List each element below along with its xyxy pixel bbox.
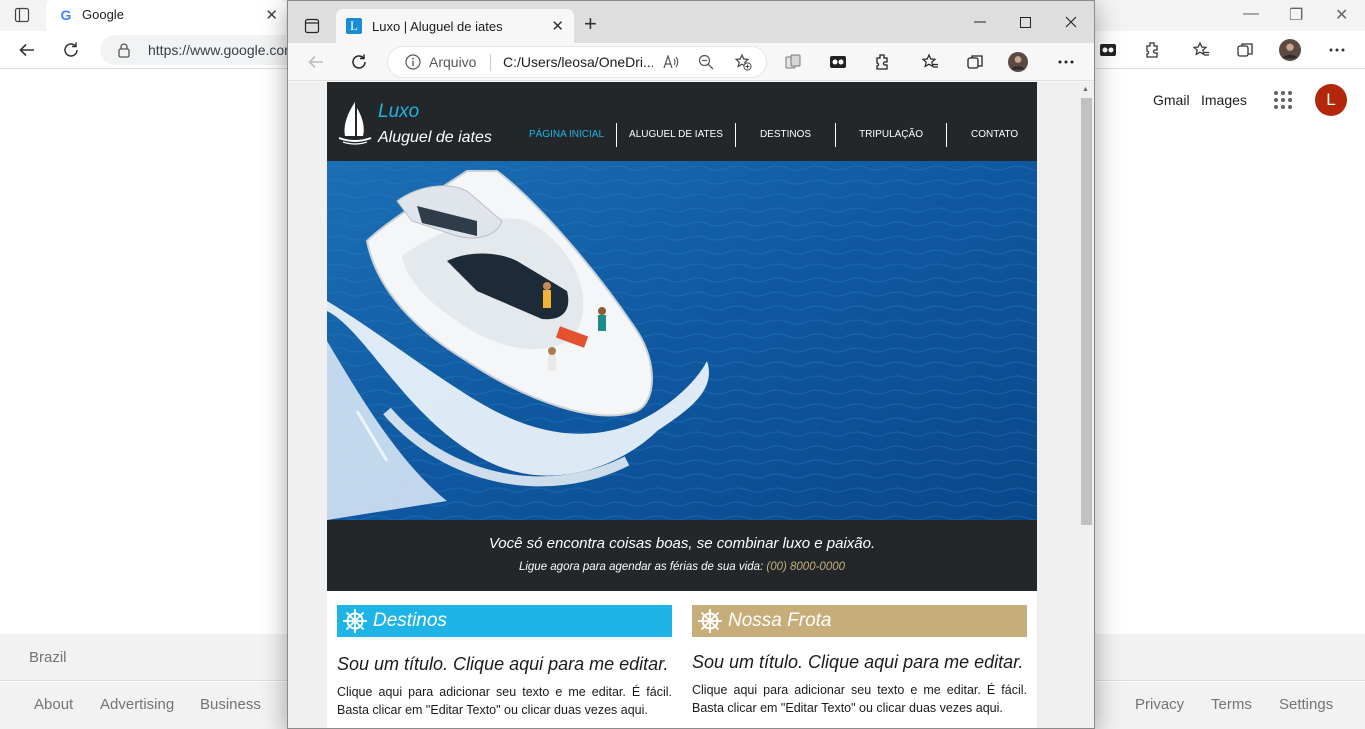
call-text: Ligue agora para agendar as férias de su… <box>518 561 767 573</box>
edge-tab-title: Luxo | Aluguel de iates <box>372 19 503 34</box>
footer-link-privacy[interactable]: Privacy <box>1135 696 1184 713</box>
read-aloud-icon[interactable] <box>662 53 680 71</box>
sailboat-logo-icon[interactable] <box>337 100 373 146</box>
media-icon[interactable] <box>1097 39 1119 61</box>
destinations-text[interactable]: Clique aqui para adicionar seu texto e m… <box>337 683 672 719</box>
fleet-header[interactable]: Nossa Frota <box>692 605 1027 637</box>
destinations-header[interactable]: Destinos <box>337 605 672 637</box>
background-tab-title: Google <box>82 7 124 22</box>
scrollbar-thumb[interactable] <box>1081 98 1092 525</box>
fleet-text[interactable]: Clique aqui para adicionar seu texto e m… <box>692 681 1027 717</box>
site-favicon-icon: L <box>346 18 362 34</box>
back-arrow-icon[interactable] <box>16 39 38 61</box>
fleet-title[interactable]: Sou um título. Clique aqui para me edita… <box>692 651 1027 673</box>
background-url-text: https://www.google.com <box>148 42 296 58</box>
extensions-icon[interactable] <box>872 52 892 72</box>
collections-icon[interactable] <box>965 52 985 72</box>
refresh-icon[interactable] <box>60 39 82 61</box>
tagline-text: Você só encontra coisas boas, se combina… <box>488 535 876 552</box>
address-separator <box>490 54 491 71</box>
profile-avatar-icon[interactable] <box>1279 39 1301 61</box>
split-screen-icon[interactable] <box>783 52 803 72</box>
maximize-icon[interactable] <box>1017 14 1033 30</box>
phone-number[interactable]: (00) 8000-0000 <box>766 561 845 573</box>
logo-subtitle[interactable]: Aluguel de iates <box>378 129 492 147</box>
ship-wheel-icon <box>697 608 723 634</box>
info-icon[interactable] <box>405 54 421 70</box>
gmail-link[interactable]: Gmail <box>1153 92 1190 108</box>
close-window-icon[interactable]: ✕ <box>1335 5 1348 25</box>
footer-link-business[interactable]: Business <box>200 696 261 713</box>
favorites-icon[interactable] <box>920 52 940 72</box>
close-tab-icon[interactable]: ✕ <box>265 6 278 24</box>
minimize-icon[interactable]: — <box>1243 5 1259 23</box>
scroll-up-arrow-icon[interactable]: ▲ <box>1082 86 1089 93</box>
footer-link-about[interactable]: About <box>34 696 73 713</box>
tab-actions-icon[interactable] <box>304 18 320 34</box>
collections-icon[interactable] <box>1234 39 1256 61</box>
more-menu-icon[interactable] <box>1056 52 1076 72</box>
nav-yacht-rental[interactable]: ALUGUEL DE IATES <box>617 123 736 147</box>
destinations-title[interactable]: Sou um título. Clique aqui para me edita… <box>337 653 672 675</box>
google-account-avatar[interactable]: L <box>1315 84 1347 116</box>
profile-avatar-icon[interactable] <box>1008 52 1028 72</box>
footer-link-advertising[interactable]: Advertising <box>100 696 174 713</box>
edge-window: L Luxo | Aluguel de iates ✕ + Arquivo C: <box>287 0 1095 729</box>
back-arrow-icon[interactable] <box>306 52 326 72</box>
site-header: Luxo Aluguel de iates PÁGINA INICIAL ALU… <box>327 82 1037 161</box>
images-link[interactable]: Images <box>1201 92 1247 108</box>
new-tab-plus-icon[interactable]: + <box>584 13 597 35</box>
background-tab-google[interactable]: G Google ✕ <box>46 0 286 31</box>
page-viewport: Luxo Aluguel de iates PÁGINA INICIAL ALU… <box>288 82 1078 728</box>
edge-tab-bar: L Luxo | Aluguel de iates ✕ + <box>288 1 1094 43</box>
close-window-icon[interactable] <box>1063 14 1079 30</box>
hero-yacht-image <box>327 161 1037 520</box>
edge-tab-luxo[interactable]: L Luxo | Aluguel de iates ✕ <box>336 9 574 43</box>
nav-crew[interactable]: TRIPULAÇÃO <box>836 123 947 147</box>
tab-actions-icon[interactable] <box>14 7 30 23</box>
footer-link-terms[interactable]: Terms <box>1211 696 1252 713</box>
add-favorite-icon[interactable] <box>734 53 752 71</box>
logo-title[interactable]: Luxo <box>378 101 419 123</box>
yacht-site: Luxo Aluguel de iates PÁGINA INICIAL ALU… <box>327 82 1037 728</box>
tagline-band: Você só encontra coisas boas, se combina… <box>327 520 1037 591</box>
lock-icon <box>117 42 131 58</box>
edge-toolbar: Arquivo C:/Users/leosa/OneDri... <box>288 43 1094 81</box>
file-path-text[interactable]: C:/Users/leosa/OneDri... <box>503 54 653 70</box>
footer-link-settings[interactable]: Settings <box>1279 696 1333 713</box>
nav-home[interactable]: PÁGINA INICIAL <box>517 123 618 147</box>
restore-icon[interactable]: ❐ <box>1289 5 1303 25</box>
fleet-column: Nossa Frota Sou um título. Clique aqui p… <box>692 605 1027 717</box>
country-label: Brazil <box>29 649 67 666</box>
call-to-action: Ligue agora para agendar as férias de su… <box>327 561 1037 573</box>
edge-address-bar[interactable]: Arquivo C:/Users/leosa/OneDri... <box>388 47 766 77</box>
minimize-icon[interactable] <box>972 14 988 30</box>
favorites-icon[interactable] <box>1190 39 1212 61</box>
destinations-column: Destinos Sou um título. Clique aqui para… <box>337 605 672 719</box>
more-menu-icon[interactable] <box>1326 39 1348 61</box>
ship-wheel-icon <box>342 608 368 634</box>
google-favicon-icon: G <box>60 7 72 23</box>
fleet-heading: Nossa Frota <box>728 610 832 631</box>
vertical-scrollbar[interactable]: ▲ <box>1078 82 1094 728</box>
nav-contact[interactable]: CONTATO <box>947 123 1042 147</box>
google-apps-icon[interactable] <box>1274 91 1292 109</box>
zoom-out-icon[interactable] <box>697 53 715 71</box>
close-tab-icon[interactable]: ✕ <box>551 17 564 35</box>
media-icon[interactable] <box>828 52 848 72</box>
refresh-icon[interactable] <box>349 52 369 72</box>
extensions-icon[interactable] <box>1141 39 1163 61</box>
destinations-heading: Destinos <box>373 610 447 631</box>
nav-destinations[interactable]: DESTINOS <box>736 123 837 147</box>
main-nav: PÁGINA INICIAL ALUGUEL DE IATES DESTINOS… <box>517 123 1042 147</box>
file-label: Arquivo <box>429 54 477 70</box>
